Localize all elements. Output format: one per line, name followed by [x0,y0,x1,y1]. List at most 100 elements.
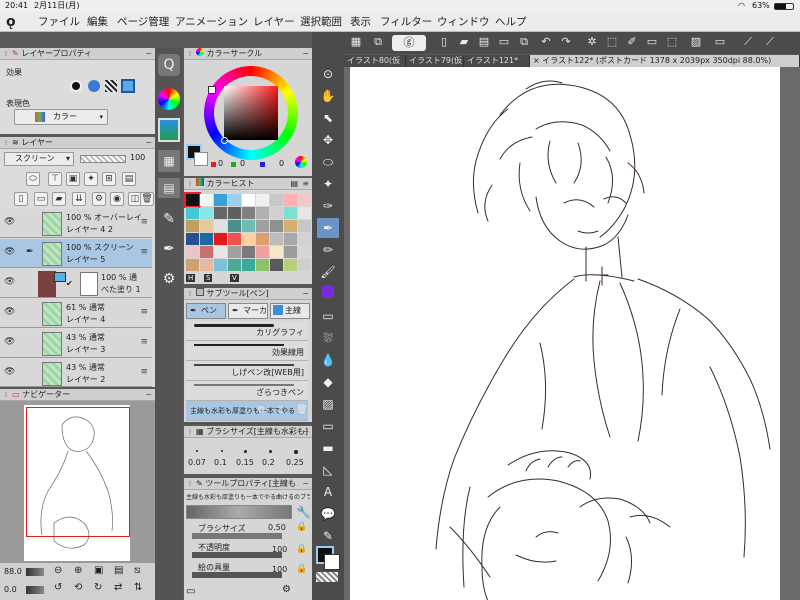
tool-property-icon[interactable]: ⚙ [158,268,180,290]
reference-icon[interactable]: ✦ [84,172,98,186]
page-view-icon[interactable]: ⧉ [368,33,388,51]
layer-menu-icon[interactable]: ≡ [140,307,148,317]
color-swatch[interactable] [284,194,297,206]
fill-selection-icon[interactable]: ✐ [622,33,642,51]
brush-size-option[interactable]: 0.15 [236,458,254,467]
visibility-eye-icon[interactable]: 👁 [4,277,15,287]
color-swatch[interactable] [228,220,241,232]
export-icon[interactable]: ▭ [494,33,514,51]
pen-tool-icon[interactable]: ✒ [317,218,339,238]
menu-animation[interactable]: アニメーション [175,12,248,32]
color-swatch[interactable] [242,194,255,206]
color-slider-icon[interactable] [158,118,180,142]
layer-menu-icon[interactable]: ≡ [140,337,148,347]
brush-size-slider[interactable] [192,533,282,539]
rotate-left-icon[interactable]: ↺ [54,582,62,593]
color-swatch[interactable] [214,259,227,271]
flip-icon[interactable]: ⧅ [134,565,140,576]
opacity-slider[interactable] [192,552,282,558]
clear-icon[interactable]: ▭ [642,33,662,51]
merge-down-icon[interactable]: ⇊ [72,192,86,206]
color-swatch[interactable] [186,233,199,245]
copy-subtool-icon[interactable]: ⧉ [258,405,264,415]
flip-horizontal-icon[interactable]: ⇄ [114,582,122,593]
airbrush-tool-icon[interactable]: ⛆ [317,328,339,348]
color-swatch[interactable] [200,194,213,206]
navigator-preview[interactable] [0,401,155,563]
tab-illust79[interactable]: イラスト79(仮 [406,55,464,67]
color-swatch[interactable] [298,233,311,245]
balloon-tool-icon[interactable]: 💬 [317,504,339,524]
color-swatch[interactable] [214,194,227,206]
canvas-area[interactable] [344,67,800,600]
show-all-icon[interactable]: ▭ [186,586,195,597]
color-swatch[interactable] [284,220,297,232]
color-swatch[interactable] [228,207,241,219]
clip-icon[interactable]: ⊤ [48,172,62,186]
paint-amount-slider[interactable] [192,572,282,578]
app-logo-icon[interactable]: ǫ [6,12,16,32]
color-swatch[interactable] [242,246,255,258]
layer-mask-add-icon[interactable]: ◉ [110,192,124,206]
pencil-tool-icon[interactable]: ✏ [317,240,339,260]
grid-view-icon[interactable]: ▦ [346,33,366,51]
layer-icon[interactable]: ▭ [710,33,730,51]
eyedropper-icon[interactable]: ✑ [317,196,339,216]
color-swatch[interactable] [270,207,283,219]
color-swatch[interactable] [242,207,255,219]
layer-row[interactable]: 👁 43 % 通常 レイヤー 2 ≡ [0,359,152,387]
zoom-tool-icon[interactable]: ⊙ [317,64,339,84]
brush-size-value[interactable]: 0.50 [268,523,286,532]
zoom-in-icon[interactable]: ⊕ [74,565,82,576]
layer-row[interactable]: 👁 61 % 通常 レイヤー 4 ≡ [0,299,152,328]
close-icon[interactable]: × [533,56,542,65]
clip-studio-icon[interactable]: ⓖ [392,35,426,51]
layer-menu-icon[interactable]: ≡ [140,367,148,377]
color-swatch[interactable] [228,246,241,258]
frame-tool-icon[interactable]: ▬ [317,438,339,458]
figure-tool-icon[interactable]: ▭ [317,416,339,436]
layer-mask-icon[interactable]: ⬭ [26,172,40,186]
color-swatch[interactable] [284,207,297,219]
sub-color-swatch[interactable] [194,152,208,166]
color-swap-icon[interactable]: ▤ [122,172,136,186]
purple-swatch-icon[interactable] [317,284,339,304]
ruler-snap-icon[interactable]: ⟋ [738,33,758,51]
fit-icon[interactable]: ▣ [94,565,103,576]
new-layer-icon[interactable]: ▯ [14,192,28,206]
deselect-icon[interactable]: ✲ [582,33,602,51]
color-swatch[interactable] [184,192,201,208]
color-mode-select[interactable]: カラー ▾ [14,109,108,125]
new-subtool-icon[interactable]: ▯ [278,405,283,415]
effect-tone-icon[interactable] [105,80,117,92]
menu-filter[interactable]: フィルター [380,12,432,32]
lock-icon[interactable]: ▣ [66,172,80,186]
lock-icon[interactable]: 🔒 [296,564,307,574]
zoom-slider[interactable] [26,568,44,576]
menu-window[interactable]: ウィンドウ [437,12,490,32]
save-icon[interactable]: ▤ [474,33,494,51]
color-swatch[interactable] [242,233,255,245]
color-wheel-icon[interactable] [158,88,180,110]
menu-help[interactable]: ヘルプ [495,12,527,32]
paint-amount-value[interactable]: 100 [272,565,287,574]
redo-icon[interactable]: ↷ [556,33,576,51]
transform-icon[interactable]: ⬚ [602,33,622,51]
menu-edit[interactable]: 編集 [87,12,108,32]
flip-vertical-icon[interactable]: ⇅ [134,582,142,593]
effect-border-icon[interactable] [70,80,82,92]
color-swatch[interactable] [200,259,213,271]
color-swatch[interactable] [298,259,311,271]
new-file-icon[interactable]: ▯ [434,33,454,51]
color-swatch[interactable] [256,259,269,271]
selection-tool-icon[interactable]: ⬭ [317,152,339,172]
gradient-tool-icon[interactable]: ▨ [317,394,339,414]
color-swatch[interactable] [186,220,199,232]
menu-selection[interactable]: 選択範囲 [300,12,342,32]
color-swatch[interactable] [186,259,199,271]
clear-outside-icon[interactable]: ⬚ [662,33,682,51]
visibility-eye-icon[interactable]: 👁 [4,307,15,317]
color-swatch[interactable] [186,246,199,258]
color-swatch[interactable] [228,233,241,245]
color-mode-toggle-icon[interactable] [295,156,307,168]
